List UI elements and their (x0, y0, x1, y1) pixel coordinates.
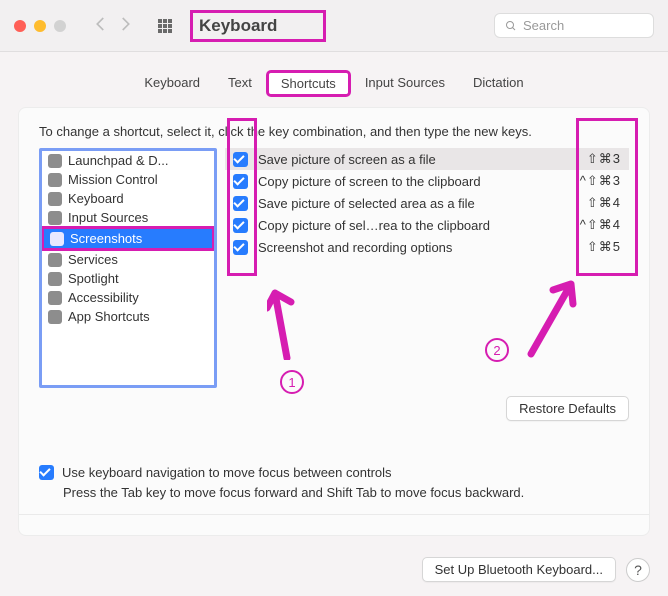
page-title: Keyboard (190, 10, 326, 42)
tab-shortcuts[interactable]: Shortcuts (266, 70, 351, 97)
category-screenshots[interactable]: Screenshots (41, 226, 215, 251)
apps-grid-icon[interactable] (158, 17, 176, 35)
kb-nav-checkbox[interactable] (39, 465, 54, 480)
category-input-sources[interactable]: Input Sources (42, 208, 214, 227)
category-mission-control[interactable]: Mission Control (42, 170, 214, 189)
shortcut-checkbox[interactable] (233, 152, 248, 167)
bluetooth-keyboard-button[interactable]: Set Up Bluetooth Keyboard... (422, 557, 616, 582)
input-sources-icon (48, 211, 62, 225)
category-services[interactable]: Services (42, 250, 214, 269)
shortcut-label: Screenshot and recording options (258, 240, 557, 255)
category-launchpad[interactable]: Launchpad & D... (42, 151, 214, 170)
shortcut-list: Save picture of screen as a file ⇧⌘3 Cop… (225, 148, 629, 388)
help-button[interactable]: ? (626, 558, 650, 582)
category-app-shortcuts[interactable]: App Shortcuts (42, 307, 214, 326)
annotation-arrow-2 (525, 278, 581, 361)
shortcut-label: Copy picture of screen to the clipboard (258, 174, 557, 189)
forward-button[interactable] (116, 15, 134, 36)
traffic-close[interactable] (14, 20, 26, 32)
instruction-text: To change a shortcut, select it, click t… (39, 124, 629, 139)
screenshots-icon (50, 232, 64, 246)
annotation-number-2: 2 (485, 338, 509, 362)
shortcut-checkbox[interactable] (233, 174, 248, 189)
app-shortcuts-icon (48, 310, 62, 324)
shortcut-row[interactable]: Copy picture of screen to the clipboard … (225, 170, 629, 192)
shortcut-checkbox[interactable] (233, 218, 248, 233)
shortcut-label: Save picture of screen as a file (258, 152, 557, 167)
shortcut-checkbox[interactable] (233, 196, 248, 211)
annotation-arrow-1 (267, 288, 307, 363)
shortcut-row[interactable]: Save picture of screen as a file ⇧⌘3 (225, 148, 629, 170)
keyboard-icon (48, 192, 62, 206)
kb-nav-label: Use keyboard navigation to move focus be… (62, 465, 392, 480)
tab-keyboard[interactable]: Keyboard (130, 70, 214, 97)
services-icon (48, 253, 62, 267)
launchpad-icon (48, 154, 62, 168)
search-placeholder: Search (523, 18, 564, 33)
traffic-zoom[interactable] (54, 20, 66, 32)
category-keyboard[interactable]: Keyboard (42, 189, 214, 208)
mission-control-icon (48, 173, 62, 187)
category-list[interactable]: Launchpad & D... Mission Control Keyboar… (39, 148, 217, 388)
tab-bar: Keyboard Text Shortcuts Input Sources Di… (18, 70, 650, 97)
restore-defaults-button[interactable]: Restore Defaults (506, 396, 629, 421)
search-icon (505, 20, 517, 32)
traffic-minimize[interactable] (34, 20, 46, 32)
accessibility-icon (48, 291, 62, 305)
shortcut-label: Copy picture of sel…rea to the clipboard (258, 218, 557, 233)
category-spotlight[interactable]: Spotlight (42, 269, 214, 288)
shortcut-row[interactable]: Screenshot and recording options ⇧⌘5 (225, 236, 629, 258)
annotation-keys-column (576, 118, 638, 276)
search-field[interactable]: Search (494, 13, 654, 38)
spotlight-icon (48, 272, 62, 286)
category-accessibility[interactable]: Accessibility (42, 288, 214, 307)
tab-text[interactable]: Text (214, 70, 266, 97)
back-button[interactable] (92, 15, 110, 36)
shortcut-checkbox[interactable] (233, 240, 248, 255)
shortcut-row[interactable]: Save picture of selected area as a file … (225, 192, 629, 214)
tab-input-sources[interactable]: Input Sources (351, 70, 459, 97)
kb-nav-subtext: Press the Tab key to move focus forward … (63, 485, 629, 500)
tab-dictation[interactable]: Dictation (459, 70, 538, 97)
shortcut-label: Save picture of selected area as a file (258, 196, 557, 211)
shortcut-row[interactable]: Copy picture of sel…rea to the clipboard… (225, 214, 629, 236)
annotation-number-1: 1 (280, 370, 304, 394)
divider (19, 514, 649, 515)
